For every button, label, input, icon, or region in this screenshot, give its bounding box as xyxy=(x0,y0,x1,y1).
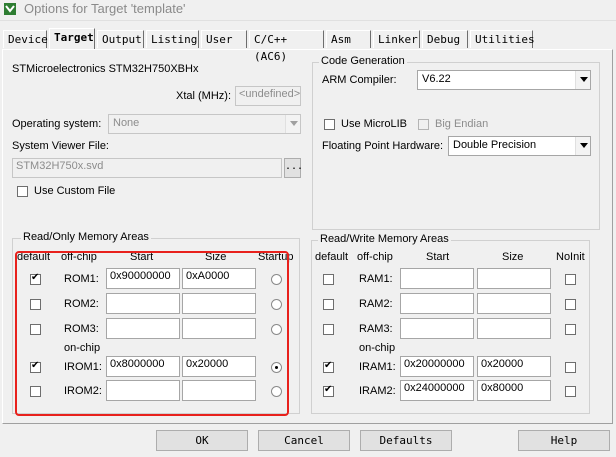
code-generation-title: Code Generation xyxy=(319,55,407,67)
defaults-button[interactable]: Defaults xyxy=(360,430,452,451)
ok-button[interactable]: OK xyxy=(156,430,248,451)
ram-group-title: Read/Write Memory Areas xyxy=(318,233,451,245)
tab-debug[interactable]: Debug xyxy=(422,30,468,48)
ram3-start-input[interactable] xyxy=(400,318,474,339)
title-bar: Options for Target 'template' xyxy=(0,0,616,21)
help-button[interactable]: Help xyxy=(518,430,610,451)
os-value: None xyxy=(113,117,140,129)
os-select[interactable]: None xyxy=(108,114,301,134)
ram1-start-input[interactable] xyxy=(400,268,474,289)
fp-select[interactable]: Double Precision xyxy=(448,136,591,156)
iram1-label: IRAM1: xyxy=(359,361,396,373)
tab-listing[interactable]: Listing xyxy=(146,30,199,48)
compiler-select[interactable]: V6.22 xyxy=(417,70,591,90)
ram3-size-input[interactable] xyxy=(477,318,551,339)
fp-value: Double Precision xyxy=(453,139,537,151)
tab-user[interactable]: User xyxy=(201,30,247,48)
ram2-noinit-checkbox[interactable] xyxy=(565,299,576,310)
ram-header-default: default xyxy=(315,251,349,263)
os-label: Operating system: xyxy=(12,118,102,130)
tab-utilities[interactable]: Utilities xyxy=(470,30,535,48)
ram2-label: RAM2: xyxy=(359,298,393,310)
iram2-size-input[interactable]: 0x80000 xyxy=(477,380,551,401)
fp-label: Floating Point Hardware: xyxy=(322,140,444,152)
ram2-size-input[interactable] xyxy=(477,293,551,314)
keil-app-icon xyxy=(4,3,16,15)
ram3-noinit-checkbox[interactable] xyxy=(565,324,576,335)
svd-browse-button[interactable]: ... xyxy=(284,158,303,178)
tab-device[interactable]: Device xyxy=(3,30,48,48)
tab-target[interactable]: Target xyxy=(49,28,95,49)
ram1-size-input[interactable] xyxy=(477,268,551,289)
tab-output[interactable]: Output xyxy=(97,30,144,48)
iram2-start-input[interactable]: 0x24000000 xyxy=(400,380,474,401)
ram3-label: RAM3: xyxy=(359,323,393,335)
iram2-default-checkbox[interactable] xyxy=(323,384,334,397)
window-title: Options for Target 'template' xyxy=(24,1,186,16)
ram1-label: RAM1: xyxy=(359,273,393,285)
big-endian-checkbox[interactable] xyxy=(418,119,429,130)
iram1-start-input[interactable]: 0x20000000 xyxy=(400,356,474,377)
custom-file-label: Use Custom File xyxy=(34,185,116,197)
tab-asm[interactable]: Asm xyxy=(326,30,371,48)
ram-header-noinit: NoInit xyxy=(556,251,585,263)
ram2-start-input[interactable] xyxy=(400,293,474,314)
big-endian-label: Big Endian xyxy=(435,118,489,130)
iram2-noinit-checkbox[interactable] xyxy=(565,386,576,397)
iram1-noinit-checkbox[interactable] xyxy=(565,362,576,373)
xtal-input[interactable]: <undefined> xyxy=(235,86,301,106)
ram-header-start: Start xyxy=(426,251,450,263)
microlib-label: Use MicroLIB xyxy=(341,118,408,130)
rom-group-title: Read/Only Memory Areas xyxy=(21,231,151,243)
ram-header-size: Size xyxy=(502,251,524,263)
custom-file-checkbox[interactable] xyxy=(17,186,28,197)
ram3-default-checkbox[interactable] xyxy=(323,324,334,335)
compiler-value: V6.22 xyxy=(422,73,451,85)
tab-cpp[interactable]: C/C++ (AC6) xyxy=(249,30,324,63)
ram-onchip-label: on-chip xyxy=(359,342,396,354)
iram1-default-checkbox[interactable] xyxy=(323,360,334,373)
svd-input[interactable]: STM32H750x.svd xyxy=(12,158,282,178)
cancel-button[interactable]: Cancel xyxy=(258,430,350,451)
microlib-checkbox[interactable] xyxy=(324,119,335,130)
iram1-size-input[interactable]: 0x20000 xyxy=(477,356,551,377)
device-name: STMicroelectronics STM32H750XBHx xyxy=(12,63,199,75)
ram-header-offchip: off-chip xyxy=(357,251,393,263)
ram2-default-checkbox[interactable] xyxy=(323,299,334,310)
svd-label: System Viewer File: xyxy=(12,140,109,152)
chevron-down-icon xyxy=(285,115,300,133)
iram2-label: IRAM2: xyxy=(359,385,396,397)
ram1-noinit-checkbox[interactable] xyxy=(565,274,576,285)
compiler-label: ARM Compiler: xyxy=(322,74,397,86)
tab-strip: Device Target Output Listing User C/C++ … xyxy=(0,28,616,63)
ram1-default-checkbox[interactable] xyxy=(323,274,334,285)
chevron-down-icon xyxy=(575,71,590,89)
highlight-annotation xyxy=(15,251,289,416)
xtal-label: Xtal (MHz): xyxy=(176,90,231,102)
chevron-down-icon xyxy=(575,137,590,155)
tab-linker[interactable]: Linker xyxy=(373,30,420,48)
